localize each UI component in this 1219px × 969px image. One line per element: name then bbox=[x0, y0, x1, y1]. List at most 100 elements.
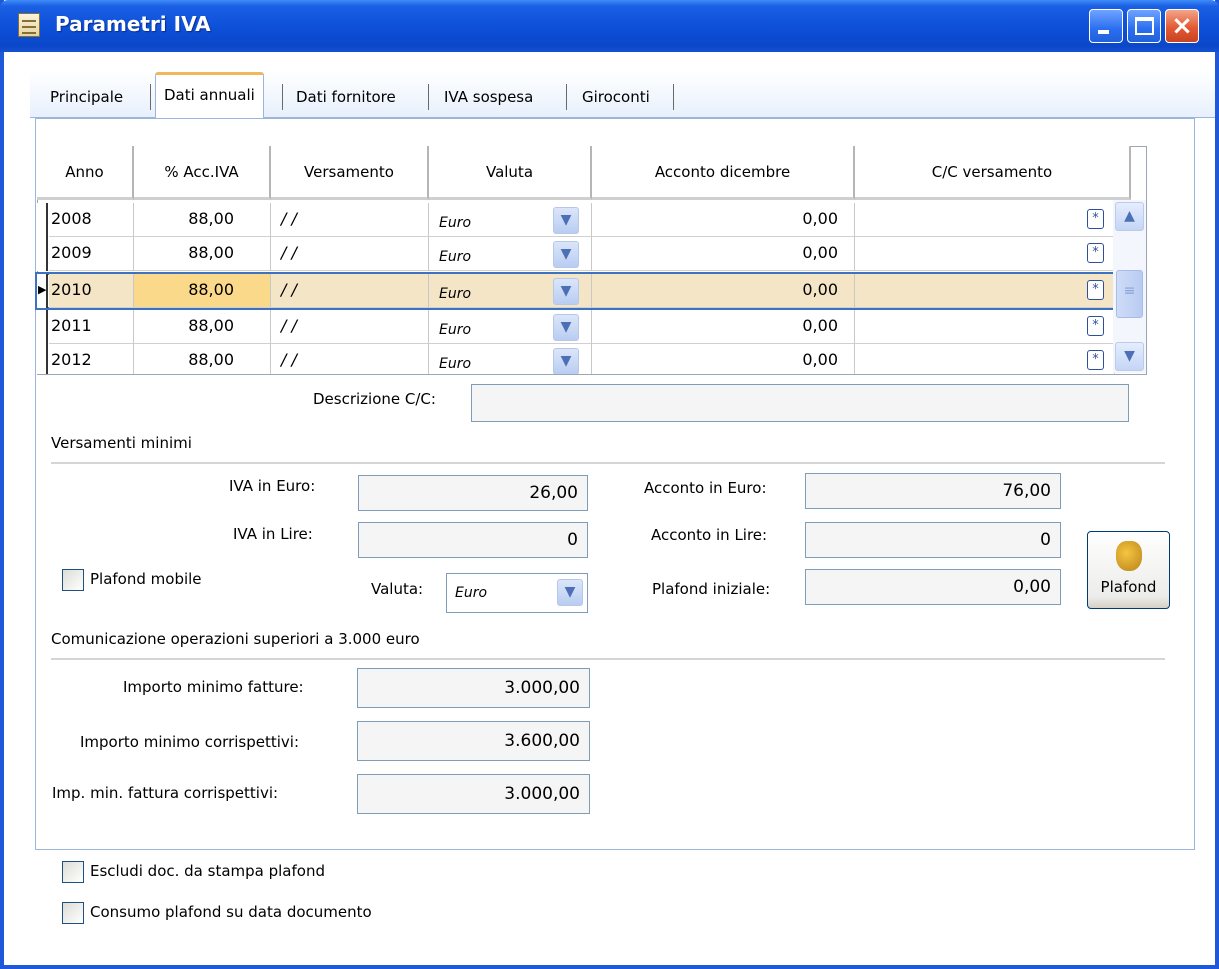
importo-fatture-label: Importo minimo fatture: bbox=[123, 678, 304, 696]
scroll-down-icon[interactable]: ▼ bbox=[1115, 342, 1144, 371]
row-indicator bbox=[37, 310, 48, 344]
zoom-icon[interactable]: * bbox=[1087, 280, 1104, 300]
table-row[interactable]: 2008 88,00 / / Euro ▼ 0,00 * bbox=[37, 203, 1115, 237]
cell-cc-versamento[interactable] bbox=[855, 310, 1115, 344]
tab-principale[interactable]: Principale bbox=[42, 76, 131, 116]
cell-acconto-dicembre[interactable]: 0,00 bbox=[592, 237, 855, 271]
valuta-select[interactable]: Euro ▼ bbox=[446, 573, 588, 613]
valuta-value: Euro bbox=[455, 585, 488, 601]
row-indicator bbox=[37, 344, 48, 374]
table-row[interactable]: 2011 88,00 / / Euro ▼ 0,00 * bbox=[37, 310, 1115, 344]
tab-separator bbox=[673, 84, 674, 110]
zoom-icon[interactable]: * bbox=[1087, 350, 1104, 370]
plafond-mobile-checkbox[interactable] bbox=[62, 569, 84, 591]
column-header-cc-versamento[interactable]: C/C versamento bbox=[855, 146, 1131, 200]
cell-versamento[interactable]: / / bbox=[271, 310, 429, 344]
scroll-thumb[interactable] bbox=[1116, 270, 1143, 318]
cell-acc-iva[interactable]: 88,00 bbox=[134, 310, 271, 344]
cell-versamento[interactable]: / / bbox=[271, 237, 429, 271]
plafond-button-label: Plafond bbox=[1100, 578, 1157, 596]
maximize-icon bbox=[1135, 17, 1154, 35]
comunicazione-heading: Comunicazione operazioni superiori a 3.0… bbox=[51, 630, 420, 648]
zoom-icon[interactable]: * bbox=[1087, 243, 1104, 263]
column-header-anno[interactable]: Anno bbox=[37, 146, 134, 200]
iva-euro-label: IVA in Euro: bbox=[229, 477, 316, 495]
consumo-checkbox[interactable] bbox=[62, 902, 84, 924]
iva-euro-field[interactable]: 26,00 bbox=[358, 475, 588, 511]
chevron-down-icon[interactable]: ▼ bbox=[553, 207, 579, 234]
importo-corrispettivi-label: Importo minimo corrispettivi: bbox=[80, 733, 299, 751]
acconto-euro-field[interactable]: 76,00 bbox=[805, 473, 1061, 509]
chevron-down-icon[interactable]: ▼ bbox=[557, 579, 583, 606]
tab-dati-annuali[interactable]: Dati annuali bbox=[155, 72, 264, 119]
maximize-button[interactable] bbox=[1127, 9, 1161, 43]
cell-cc-versamento[interactable] bbox=[855, 274, 1115, 308]
section-divider bbox=[51, 462, 1165, 464]
table-row-selected[interactable]: ▶ 2010 88,00 / / Euro ▼ 0,00 * bbox=[35, 272, 1117, 310]
cell-acconto-dicembre[interactable]: 0,00 bbox=[592, 274, 855, 308]
cell-versamento[interactable]: / / bbox=[271, 274, 429, 308]
column-header-acconto-dicembre[interactable]: Acconto dicembre bbox=[592, 146, 855, 200]
cell-acconto-dicembre[interactable]: 0,00 bbox=[592, 203, 855, 237]
cell-anno[interactable]: 2011 bbox=[49, 310, 134, 344]
current-row-icon: ▶ bbox=[38, 283, 47, 296]
fattura-corrispettivi-label: Imp. min. fattura corrispettivi: bbox=[52, 784, 279, 802]
fattura-corrispettivi-field[interactable]: 3.000,00 bbox=[357, 774, 590, 814]
column-header-versamento[interactable]: Versamento bbox=[271, 146, 429, 200]
chevron-down-icon[interactable]: ▼ bbox=[553, 278, 579, 305]
cell-acc-iva[interactable]: 88,00 bbox=[134, 237, 271, 271]
cell-acc-iva[interactable]: 88,00 bbox=[134, 274, 271, 308]
close-icon: × bbox=[1171, 11, 1193, 41]
tab-iva-sospesa[interactable]: IVA sospesa bbox=[436, 76, 541, 116]
column-header-valuta[interactable]: Valuta bbox=[429, 146, 592, 200]
column-header-acc-iva[interactable]: % Acc.IVA bbox=[134, 146, 271, 200]
cell-versamento[interactable]: / / bbox=[271, 203, 429, 237]
cell-acc-iva[interactable]: 88,00 bbox=[134, 203, 271, 237]
row-indicator bbox=[37, 237, 48, 271]
minimize-button[interactable] bbox=[1089, 9, 1123, 43]
close-button[interactable]: × bbox=[1165, 9, 1199, 43]
cell-acconto-dicembre[interactable]: 0,00 bbox=[592, 310, 855, 344]
money-bag-icon bbox=[1116, 541, 1142, 571]
table-row[interactable]: 2009 88,00 / / Euro ▼ 0,00 * bbox=[37, 237, 1115, 271]
acconto-lire-label: Acconto in Lire: bbox=[651, 526, 768, 544]
cell-cc-versamento[interactable] bbox=[855, 237, 1115, 271]
grid-scrollbar[interactable]: ▲ ▼ bbox=[1113, 200, 1146, 373]
tab-separator bbox=[282, 84, 283, 110]
cell-cc-versamento[interactable] bbox=[855, 203, 1115, 237]
cell-anno[interactable]: 2012 bbox=[49, 344, 134, 374]
app-icon bbox=[18, 13, 40, 37]
chevron-down-icon[interactable]: ▼ bbox=[553, 348, 579, 374]
chevron-down-icon[interactable]: ▼ bbox=[553, 314, 579, 341]
cell-cc-versamento[interactable] bbox=[855, 344, 1115, 374]
zoom-icon[interactable]: * bbox=[1087, 316, 1104, 336]
cell-versamento[interactable]: / / bbox=[271, 344, 429, 374]
plafond-button[interactable]: Plafond bbox=[1087, 531, 1170, 609]
scroll-up-icon[interactable]: ▲ bbox=[1115, 202, 1144, 231]
iva-lire-field[interactable]: 0 bbox=[358, 522, 588, 558]
tab-separator bbox=[150, 84, 151, 110]
table-row[interactable]: 2012 88,00 / / Euro ▼ 0,00 * bbox=[37, 344, 1115, 374]
chevron-down-icon[interactable]: ▼ bbox=[553, 241, 579, 268]
cell-anno[interactable]: 2010 bbox=[49, 274, 134, 308]
cell-anno[interactable]: 2009 bbox=[49, 237, 134, 271]
zoom-icon[interactable]: * bbox=[1087, 209, 1104, 229]
cell-acconto-dicembre[interactable]: 0,00 bbox=[592, 344, 855, 374]
row-indicator bbox=[37, 203, 48, 237]
tab-dati-fornitore[interactable]: Dati fornitore bbox=[288, 76, 404, 116]
escludi-checkbox[interactable] bbox=[62, 861, 84, 883]
consumo-label: Consumo plafond su data documento bbox=[90, 903, 372, 921]
importo-corrispettivi-field[interactable]: 3.600,00 bbox=[357, 721, 590, 761]
tab-separator bbox=[428, 84, 429, 110]
tab-giroconti[interactable]: Giroconti bbox=[574, 76, 658, 116]
importo-fatture-field[interactable]: 3.000,00 bbox=[357, 668, 590, 708]
plafond-iniziale-field[interactable]: 0,00 bbox=[805, 569, 1061, 605]
acconto-lire-field[interactable]: 0 bbox=[805, 522, 1061, 558]
window-title: Parametri IVA bbox=[55, 12, 211, 36]
acconto-euro-label: Acconto in Euro: bbox=[644, 479, 767, 497]
grid-header: Anno % Acc.IVA Versamento Valuta Acconto… bbox=[37, 146, 1131, 200]
tab-separator bbox=[566, 84, 567, 110]
cell-acc-iva[interactable]: 88,00 bbox=[134, 344, 271, 374]
cell-anno[interactable]: 2008 bbox=[49, 203, 134, 237]
descrizione-cc-field[interactable] bbox=[471, 384, 1129, 422]
